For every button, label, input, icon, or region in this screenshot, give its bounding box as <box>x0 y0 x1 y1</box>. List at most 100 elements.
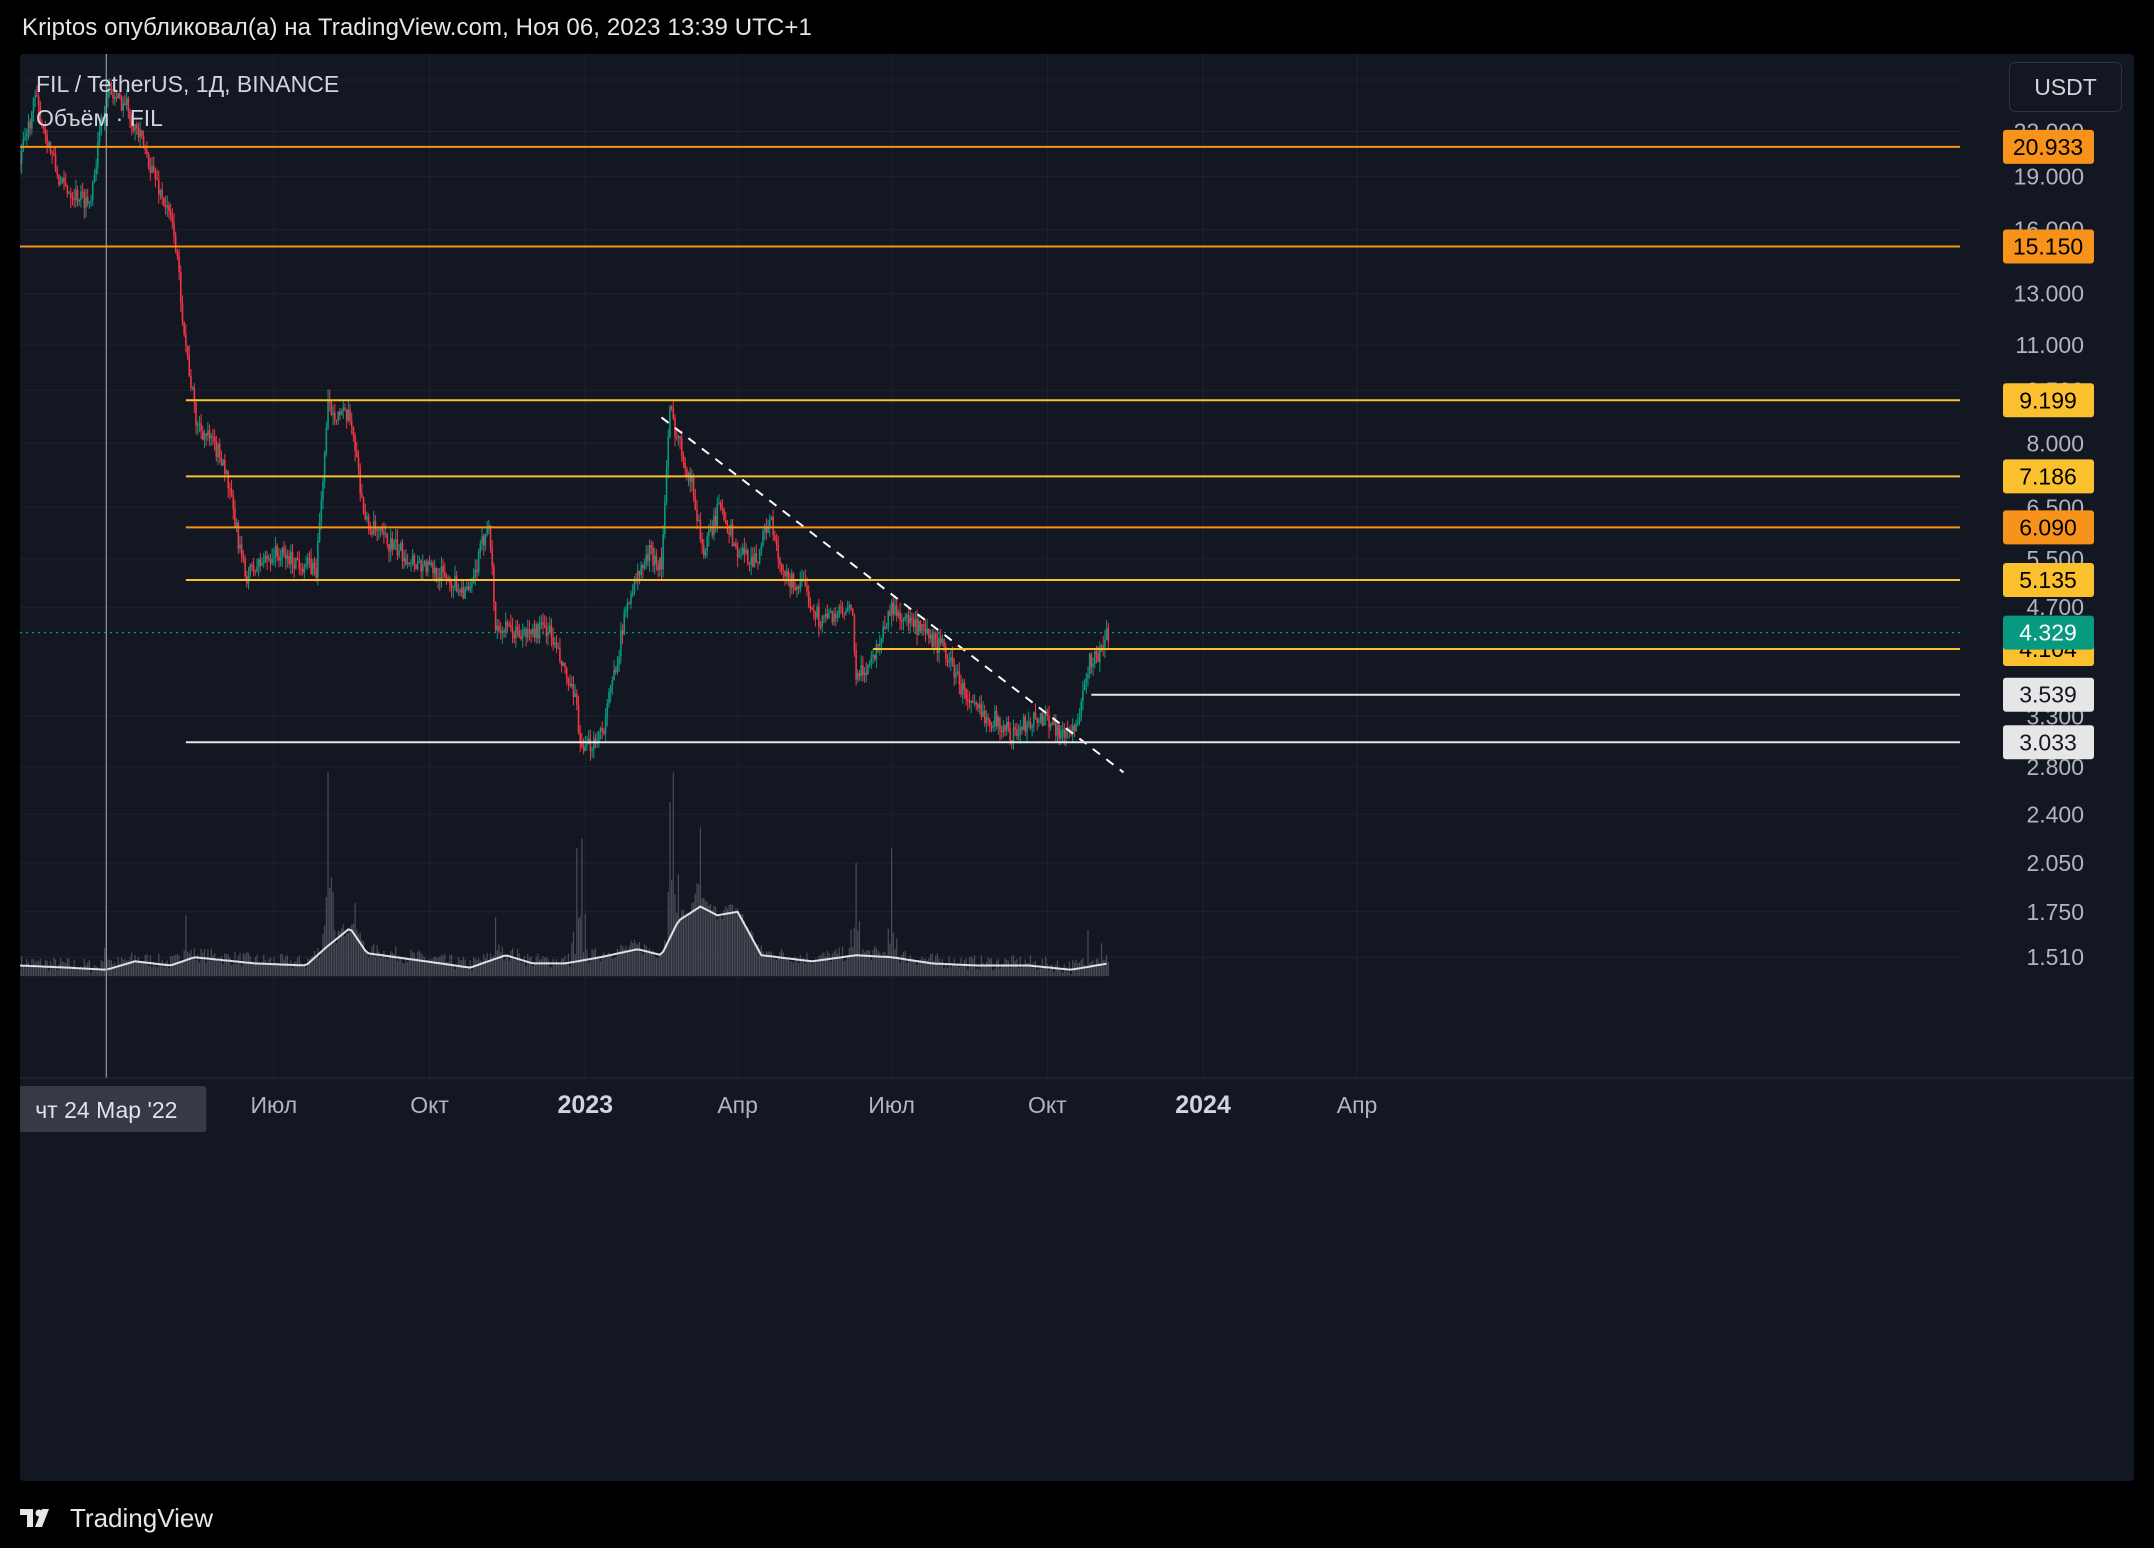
candle-body <box>1041 713 1044 726</box>
symbol-legend[interactable]: FIL / TetherUS, 1Д, BINANCE <box>36 71 339 98</box>
candle-body <box>972 700 974 703</box>
volume-bar <box>508 960 510 977</box>
volume-bar <box>689 913 691 977</box>
candle-body <box>391 538 394 550</box>
candle-body <box>814 612 817 618</box>
volume-bar <box>207 949 209 977</box>
candle-body <box>559 647 561 661</box>
volume-bar <box>354 903 356 977</box>
volume-bar <box>315 955 317 977</box>
volume-bar <box>615 957 617 977</box>
volume-bar <box>963 959 966 977</box>
candle-body <box>660 557 663 570</box>
volume-bar <box>730 904 732 977</box>
volume-bar <box>921 956 923 977</box>
candle-body <box>481 536 483 544</box>
candle-body <box>826 613 829 619</box>
candle-body <box>521 630 524 639</box>
candle-body <box>806 585 808 592</box>
candle-body <box>865 672 868 675</box>
candle-body <box>234 508 236 527</box>
candle-body <box>643 564 646 569</box>
candle-body <box>61 177 64 183</box>
volume-bar <box>208 960 211 977</box>
volume-bar <box>225 954 228 977</box>
candle-body <box>572 683 575 697</box>
candle-body <box>713 515 715 536</box>
chart-panel[interactable]: 26.00022.00019.00016.00013.00011.0009.50… <box>20 54 2134 1481</box>
volume-bar <box>564 955 566 977</box>
candle-body <box>560 660 563 666</box>
footer-brand[interactable]: TradingView <box>20 1500 213 1536</box>
candle-body <box>987 717 989 720</box>
volume-bar <box>858 921 861 977</box>
candle-body <box>516 626 519 631</box>
candle-body <box>1009 727 1011 741</box>
volume-bar <box>916 964 918 977</box>
volume-bar <box>1105 954 1108 977</box>
volume-bar <box>120 956 123 977</box>
volume-bar <box>782 952 784 977</box>
candle-body <box>785 570 788 577</box>
volume-bar <box>640 952 642 977</box>
candle-body <box>929 634 932 638</box>
candle-body <box>482 536 485 546</box>
volume-bar <box>544 957 546 977</box>
candle-body <box>156 178 158 180</box>
candle-body <box>400 543 402 551</box>
candle-body <box>653 555 656 566</box>
candle-body <box>83 192 86 209</box>
candle-body <box>496 625 499 631</box>
candle-body <box>934 633 937 640</box>
volume-bar <box>219 961 221 977</box>
candle-body <box>442 565 444 572</box>
volume-bar <box>1009 967 1011 977</box>
candle-body <box>992 725 994 728</box>
candle-body <box>308 557 311 559</box>
candle-body <box>650 545 653 548</box>
volume-bar <box>659 953 661 977</box>
volume-bar <box>987 957 989 977</box>
volume-bar <box>786 957 788 977</box>
volume-bar <box>704 900 707 977</box>
candle-body <box>738 555 741 557</box>
price-axis-tick-label: 2.400 <box>2026 801 2084 827</box>
candle-body <box>350 420 353 427</box>
candle-body <box>1000 730 1003 733</box>
candle-body <box>53 153 55 155</box>
volume-bar <box>698 884 700 977</box>
candle-body <box>76 189 79 202</box>
candle-body <box>736 546 739 557</box>
volume-bar <box>347 932 349 977</box>
candle-body <box>748 562 751 565</box>
volume-bar <box>618 950 620 977</box>
volume-bar <box>821 953 823 977</box>
candle-body <box>422 564 424 572</box>
candle-body <box>743 547 746 554</box>
candle-body <box>745 549 747 554</box>
candle-body <box>1051 723 1054 725</box>
volume-legend[interactable]: Объём · FIL <box>36 105 163 132</box>
candle-body <box>218 443 221 458</box>
volume-bar <box>41 967 43 977</box>
candle-body <box>592 738 595 750</box>
candle-body <box>169 211 172 216</box>
candle-body <box>878 643 881 646</box>
candle-body <box>508 624 510 626</box>
candle-body <box>1078 717 1081 722</box>
volume-bar <box>268 959 270 977</box>
volume-bar <box>256 954 258 977</box>
candle-body <box>609 685 612 693</box>
volume-bar <box>227 954 229 977</box>
volume-bar <box>48 970 50 977</box>
volume-bar <box>929 954 932 977</box>
candle-body <box>300 568 302 570</box>
candle-body <box>983 710 986 724</box>
currency-unit-button[interactable]: USDT <box>2009 62 2122 112</box>
candle-body <box>807 591 810 606</box>
candle-body <box>384 533 387 535</box>
volume-bar <box>882 951 884 977</box>
candle-body <box>709 529 712 531</box>
price-chart[interactable]: 26.00022.00019.00016.00013.00011.0009.50… <box>20 54 2134 1481</box>
volume-bar <box>552 958 554 977</box>
